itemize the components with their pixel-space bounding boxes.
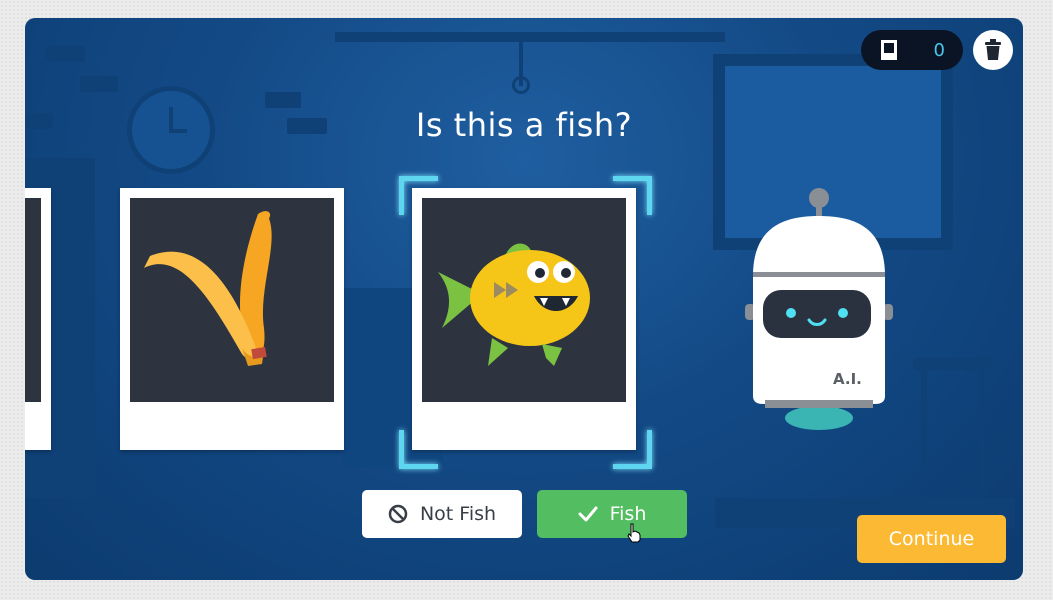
- question-title: Is this a fish?: [415, 106, 633, 144]
- selection-bracket-top-left: [399, 176, 438, 215]
- hand-cursor-icon: [627, 523, 641, 543]
- counter-value: 0: [933, 39, 945, 61]
- fish-button[interactable]: Fish: [537, 490, 687, 538]
- banana-image: [130, 198, 334, 402]
- robot-label: A.I.: [833, 370, 862, 388]
- fish-label: Fish: [609, 503, 647, 525]
- photo-card-previous: [25, 188, 51, 450]
- not-fish-label: Not Fish: [419, 503, 497, 525]
- photo-counter: 0: [861, 30, 963, 70]
- trash-button[interactable]: [973, 30, 1013, 70]
- selection-bracket-bottom-right: [613, 430, 652, 469]
- checkmark-icon: [578, 506, 598, 522]
- photo-card-banana: [120, 188, 344, 450]
- game-stage: Is this a fish? 0 A.I. Not Fish Fish Con…: [25, 18, 1023, 580]
- fish-image: [422, 198, 626, 402]
- selection-bracket-top-right: [613, 176, 652, 215]
- prohibited-icon: [388, 504, 408, 524]
- photo-card-fish: [412, 188, 636, 450]
- book-icon: [879, 39, 899, 61]
- continue-button[interactable]: Continue: [857, 515, 1006, 563]
- not-fish-button[interactable]: Not Fish: [362, 490, 522, 538]
- ai-robot: A.I.: [745, 186, 893, 436]
- selection-bracket-bottom-left: [399, 430, 438, 469]
- continue-label: Continue: [888, 528, 975, 550]
- trash-icon: [985, 39, 1001, 60]
